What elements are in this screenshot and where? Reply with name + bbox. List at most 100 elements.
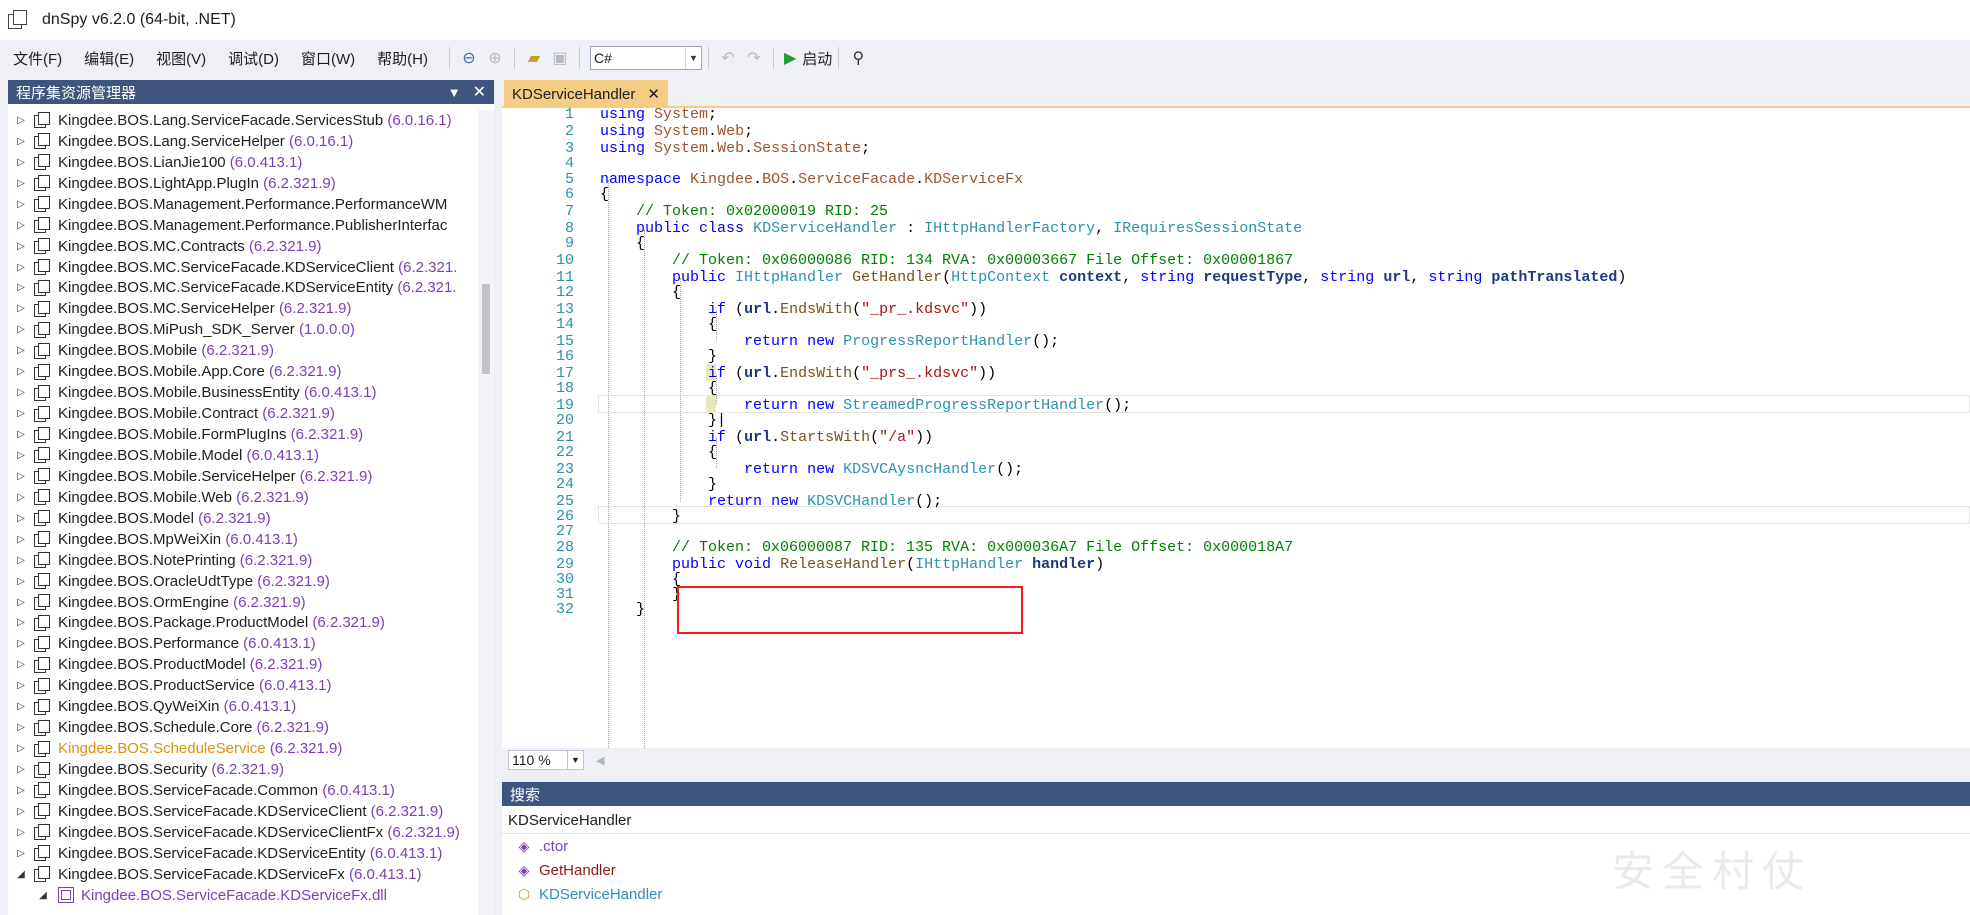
expand-arrow-icon[interactable]: ▷	[14, 262, 28, 273]
expand-arrow-icon[interactable]: ▷	[14, 199, 28, 210]
expand-arrow-icon[interactable]: ▷	[14, 680, 28, 691]
assembly-tree-item[interactable]: ▷ Kingdee.BOS.ServiceFacade.KDServiceClie…	[8, 822, 478, 843]
zoom-select[interactable]: 110 %	[508, 750, 568, 770]
expand-arrow-icon[interactable]: ▷	[14, 576, 28, 587]
forward-arrow-icon[interactable]: ⊕	[482, 45, 508, 71]
search-input[interactable]	[502, 808, 1970, 834]
assembly-tree-item[interactable]: ▷ Kingdee.BOS.Lang.ServiceHelper (6.0.16.…	[8, 131, 478, 152]
assembly-tree-item[interactable]: ▷ Kingdee.BOS.ServiceFacade.KDServiceEnti…	[8, 843, 478, 864]
assembly-tree-item[interactable]: ▷ Kingdee.BOS.Mobile.ServiceHelper (6.2.3…	[8, 466, 478, 487]
expand-arrow-icon[interactable]: ▷	[14, 701, 28, 712]
menu-view[interactable]: 视图(V)	[147, 48, 215, 69]
expanded-arrow-icon[interactable]: ◢	[14, 869, 28, 880]
open-folder-icon[interactable]: ▰	[521, 45, 547, 71]
run-button[interactable]: ▶ 启动	[784, 48, 832, 69]
expand-arrow-icon[interactable]: ▷	[14, 743, 28, 754]
close-icon[interactable]: ✕	[473, 82, 486, 102]
expanded-arrow-icon[interactable]: ◢	[36, 890, 50, 901]
expand-arrow-icon[interactable]: ▷	[14, 722, 28, 733]
assembly-tree-item[interactable]: ▷ Kingdee.BOS.QyWeiXin (6.0.413.1)	[8, 696, 478, 717]
assembly-tree-item[interactable]: ▷ Kingdee.BOS.Performance (6.0.413.1)	[8, 633, 478, 654]
assembly-tree-item[interactable]: ▷ Kingdee.BOS.Model (6.2.321.9)	[8, 508, 478, 529]
assembly-tree-item[interactable]: ▷ Kingdee.BOS.ProductModel (6.2.321.9)	[8, 654, 478, 675]
assembly-tree-item[interactable]: ▷ Kingdee.BOS.Lang.ServiceFacade.Services…	[8, 110, 478, 131]
assembly-tree-item[interactable]: ▷ Kingdee.BOS.ProductService (6.0.413.1)	[8, 675, 478, 696]
expand-arrow-icon[interactable]: ▷	[14, 638, 28, 649]
expand-arrow-icon[interactable]: ▷	[14, 408, 28, 419]
expand-arrow-icon[interactable]: ▷	[14, 513, 28, 524]
assembly-tree-item[interactable]: ▷ Kingdee.BOS.Security (6.2.321.9)	[8, 759, 478, 780]
assembly-tree-item[interactable]: ▷ Kingdee.BOS.MiPush_SDK_Server (1.0.0.0)	[8, 319, 478, 340]
expand-arrow-icon[interactable]: ▷	[14, 220, 28, 231]
undo-icon[interactable]: ↶	[715, 45, 741, 71]
expand-arrow-icon[interactable]: ▷	[14, 345, 28, 356]
assembly-tree-item[interactable]: ▷ Kingdee.BOS.Mobile.Contract (6.2.321.9)	[8, 403, 478, 424]
expand-arrow-icon[interactable]: ▷	[14, 617, 28, 628]
chevron-down-icon[interactable]: ▼	[568, 750, 584, 770]
assembly-tree-item[interactable]: ▷ Kingdee.BOS.Management.Performance.Publ…	[8, 215, 478, 236]
expand-arrow-icon[interactable]: ▷	[14, 471, 28, 482]
search-icon[interactable]: ⚲	[845, 45, 871, 71]
expand-arrow-icon[interactable]: ▷	[14, 178, 28, 189]
code-editor[interactable]: 1 2 3 4 5 6 7 8 9 10 11 12 13 14 15 16 17 18 19 20 21 22 23 24 2…	[502, 108, 1970, 748]
menu-file[interactable]: 文件(F)	[4, 48, 71, 69]
assembly-tree-item[interactable]: ▷ Kingdee.BOS.Mobile.Model (6.0.413.1)	[8, 445, 478, 466]
expand-arrow-icon[interactable]: ▷	[14, 785, 28, 796]
assembly-tree-module-item[interactable]: ◢ Kingdee.BOS.ServiceFacade.KDServiceFx.d…	[8, 885, 478, 906]
assembly-tree-item[interactable]: ▷ Kingdee.BOS.Mobile (6.2.321.9)	[8, 340, 478, 361]
expand-arrow-icon[interactable]: ▷	[14, 241, 28, 252]
assembly-tree-item[interactable]: ▷ Kingdee.BOS.Schedule.Core (6.2.321.9)	[8, 717, 478, 738]
expand-arrow-icon[interactable]: ▷	[14, 534, 28, 545]
language-select[interactable]: C# ▼	[589, 46, 702, 70]
assembly-tree-item[interactable]: ▷ Kingdee.BOS.MC.Contracts (6.2.321.9)	[8, 236, 478, 257]
assembly-tree-item[interactable]: ▷ Kingdee.BOS.Mobile.FormPlugIns (6.2.321…	[8, 424, 478, 445]
assembly-tree-item[interactable]: ▷ Kingdee.BOS.Mobile.Web (6.2.321.9)	[8, 487, 478, 508]
scroll-left-icon[interactable]: ◀	[596, 754, 604, 767]
expand-arrow-icon[interactable]: ▷	[14, 115, 28, 126]
menu-debug[interactable]: 调试(D)	[219, 48, 288, 69]
assembly-tree-item[interactable]: ▷ Kingdee.BOS.OracleUdtType (6.2.321.9)	[8, 571, 478, 592]
menu-window[interactable]: 窗口(W)	[292, 48, 364, 69]
back-arrow-icon[interactable]: ⊖	[456, 45, 482, 71]
expand-arrow-icon[interactable]: ▷	[14, 806, 28, 817]
expand-arrow-icon[interactable]: ▷	[14, 366, 28, 377]
expand-arrow-icon[interactable]: ▷	[14, 282, 28, 293]
assembly-tree-item[interactable]: ▷ Kingdee.BOS.NotePrinting (6.2.321.9)	[8, 550, 478, 571]
redo-icon[interactable]: ↷	[741, 45, 767, 71]
assembly-tree-item[interactable]: ▷ Kingdee.BOS.ServiceFacade.KDServiceClie…	[8, 801, 478, 822]
expand-arrow-icon[interactable]: ▷	[14, 429, 28, 440]
assembly-tree-item[interactable]: ▷ Kingdee.BOS.LightApp.PlugIn (6.2.321.9)	[8, 173, 478, 194]
expand-arrow-icon[interactable]: ▷	[14, 555, 28, 566]
tab-kdservicehandler[interactable]: KDServiceHandler ✕	[504, 80, 668, 108]
assembly-tree-item[interactable]: ▷ Kingdee.BOS.MC.ServiceFacade.KDServiceC…	[8, 257, 478, 278]
assembly-tree-item[interactable]: ▷ Kingdee.BOS.ServiceFacade.Common (6.0.4…	[8, 780, 478, 801]
save-icon[interactable]: ▣	[547, 45, 573, 71]
assembly-tree-item[interactable]: ▷ Kingdee.BOS.MpWeiXin (6.0.413.1)	[8, 529, 478, 550]
assembly-tree-item[interactable]: ▷ Kingdee.BOS.Mobile.BusinessEntity (6.0.…	[8, 382, 478, 403]
expand-arrow-icon[interactable]: ▷	[14, 387, 28, 398]
chevron-down-icon[interactable]: ▼	[448, 85, 461, 100]
expand-arrow-icon[interactable]: ▷	[14, 450, 28, 461]
assembly-tree-item[interactable]: ▷ Kingdee.BOS.Package.ProductModel (6.2.3…	[8, 613, 478, 634]
assembly-tree-item[interactable]: ▷ Kingdee.BOS.MC.ServiceFacade.KDServiceE…	[8, 278, 478, 299]
assembly-tree-item[interactable]: ▷ Kingdee.BOS.OrmEngine (6.2.321.9)	[8, 592, 478, 613]
expand-arrow-icon[interactable]: ▷	[14, 597, 28, 608]
expand-arrow-icon[interactable]: ▷	[14, 848, 28, 859]
expand-arrow-icon[interactable]: ▷	[14, 827, 28, 838]
assembly-tree-item[interactable]: ▷ Kingdee.BOS.Management.Performance.Perf…	[8, 194, 478, 215]
assembly-tree-item[interactable]: ▷ Kingdee.BOS.MC.ServiceHelper (6.2.321.9…	[8, 298, 478, 319]
menu-edit[interactable]: 编辑(E)	[75, 48, 143, 69]
expand-arrow-icon[interactable]: ▷	[14, 659, 28, 670]
expand-arrow-icon[interactable]: ▷	[14, 303, 28, 314]
assembly-tree-scrollbar[interactable]	[478, 110, 494, 915]
close-icon[interactable]: ✕	[647, 85, 660, 103]
expand-arrow-icon[interactable]: ▷	[14, 157, 28, 168]
expand-arrow-icon[interactable]: ▷	[14, 764, 28, 775]
chevron-down-icon[interactable]: ▼	[684, 47, 701, 69]
assembly-tree-item[interactable]: ▷ Kingdee.BOS.LianJie100 (6.0.413.1)	[8, 152, 478, 173]
assembly-tree-item[interactable]: ▷ Kingdee.BOS.Mobile.App.Core (6.2.321.9)	[8, 361, 478, 382]
assembly-tree-item[interactable]: ◢ Kingdee.BOS.ServiceFacade.KDServiceFx (…	[8, 864, 478, 885]
scrollbar-thumb[interactable]	[482, 284, 490, 374]
expand-arrow-icon[interactable]: ▷	[14, 492, 28, 503]
assembly-tree-item[interactable]: ▷ Kingdee.BOS.ScheduleService (6.2.321.9)	[8, 738, 478, 759]
